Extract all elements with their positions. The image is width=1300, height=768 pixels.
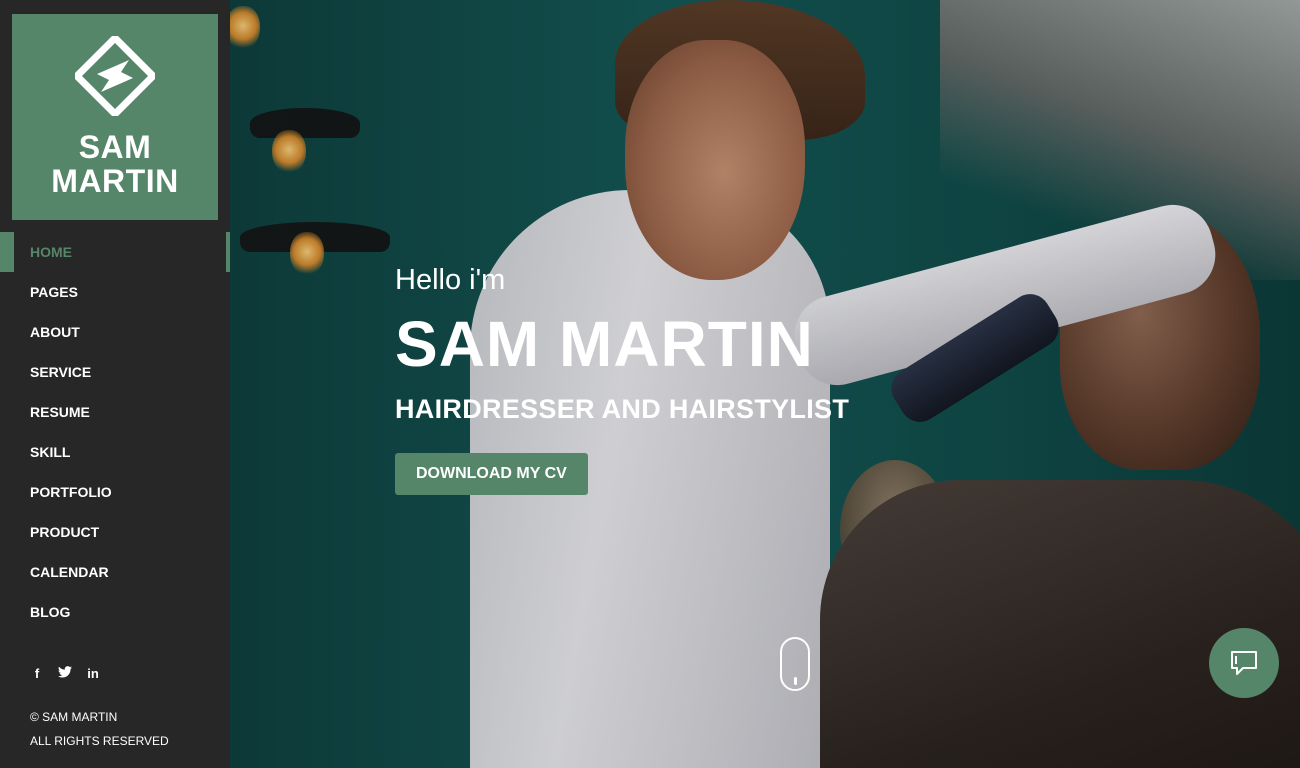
brand-name-line1: SAM: [78, 129, 152, 165]
diamond-logo-icon: [75, 36, 155, 116]
hero-greeting: Hello i'm: [395, 264, 506, 296]
hero-name: SAM MARTIN: [395, 308, 814, 380]
chat-button[interactable]: [1209, 628, 1279, 698]
download-cv-button[interactable]: DOWNLOAD MY CV: [395, 453, 588, 495]
nav-item-resume[interactable]: RESUME: [0, 392, 230, 432]
logo[interactable]: SAM MARTIN: [12, 14, 218, 220]
nav-item-service[interactable]: SERVICE: [0, 352, 230, 392]
twitter-icon[interactable]: [58, 666, 72, 681]
nav-item-about[interactable]: ABOUT: [0, 312, 230, 352]
brand-name-line2: MARTIN: [51, 163, 179, 199]
brand-name: SAM MARTIN: [51, 130, 178, 198]
nav-item-calendar[interactable]: CALENDAR: [0, 552, 230, 592]
copyright: © SAM MARTIN ALL RIGHTS RESERVED: [30, 705, 169, 753]
nav-item-portfolio[interactable]: PORTFOLIO: [0, 472, 230, 512]
nav-item-product[interactable]: PRODUCT: [0, 512, 230, 552]
chat-bubble-icon: [1231, 651, 1257, 675]
rights-text: ALL RIGHTS RESERVED: [30, 734, 169, 748]
hero-section: Hello i'm SAM MARTIN HAIRDRESSER AND HAI…: [230, 0, 1300, 768]
nav-item-blog[interactable]: BLOG: [0, 592, 230, 632]
social-links: f in: [30, 666, 100, 681]
nav-item-home[interactable]: HOME: [0, 232, 230, 272]
main-nav: HOME PAGES ABOUT SERVICE RESUME SKILL PO…: [0, 232, 230, 632]
linkedin-icon[interactable]: in: [86, 666, 100, 681]
hero-subtitle: HAIRDRESSER AND HAIRSTYLIST: [395, 394, 850, 424]
hero-text: Hello i'm SAM MARTIN HAIRDRESSER AND HAI…: [395, 262, 849, 495]
nav-item-pages[interactable]: PAGES: [0, 272, 230, 312]
copyright-text: © SAM MARTIN: [30, 710, 118, 724]
facebook-icon[interactable]: f: [30, 666, 44, 681]
nav-item-skill[interactable]: SKILL: [0, 432, 230, 472]
sidebar: SAM MARTIN HOME PAGES ABOUT SERVICE RESU…: [0, 0, 230, 768]
mouse-scroll-icon[interactable]: [780, 637, 810, 691]
